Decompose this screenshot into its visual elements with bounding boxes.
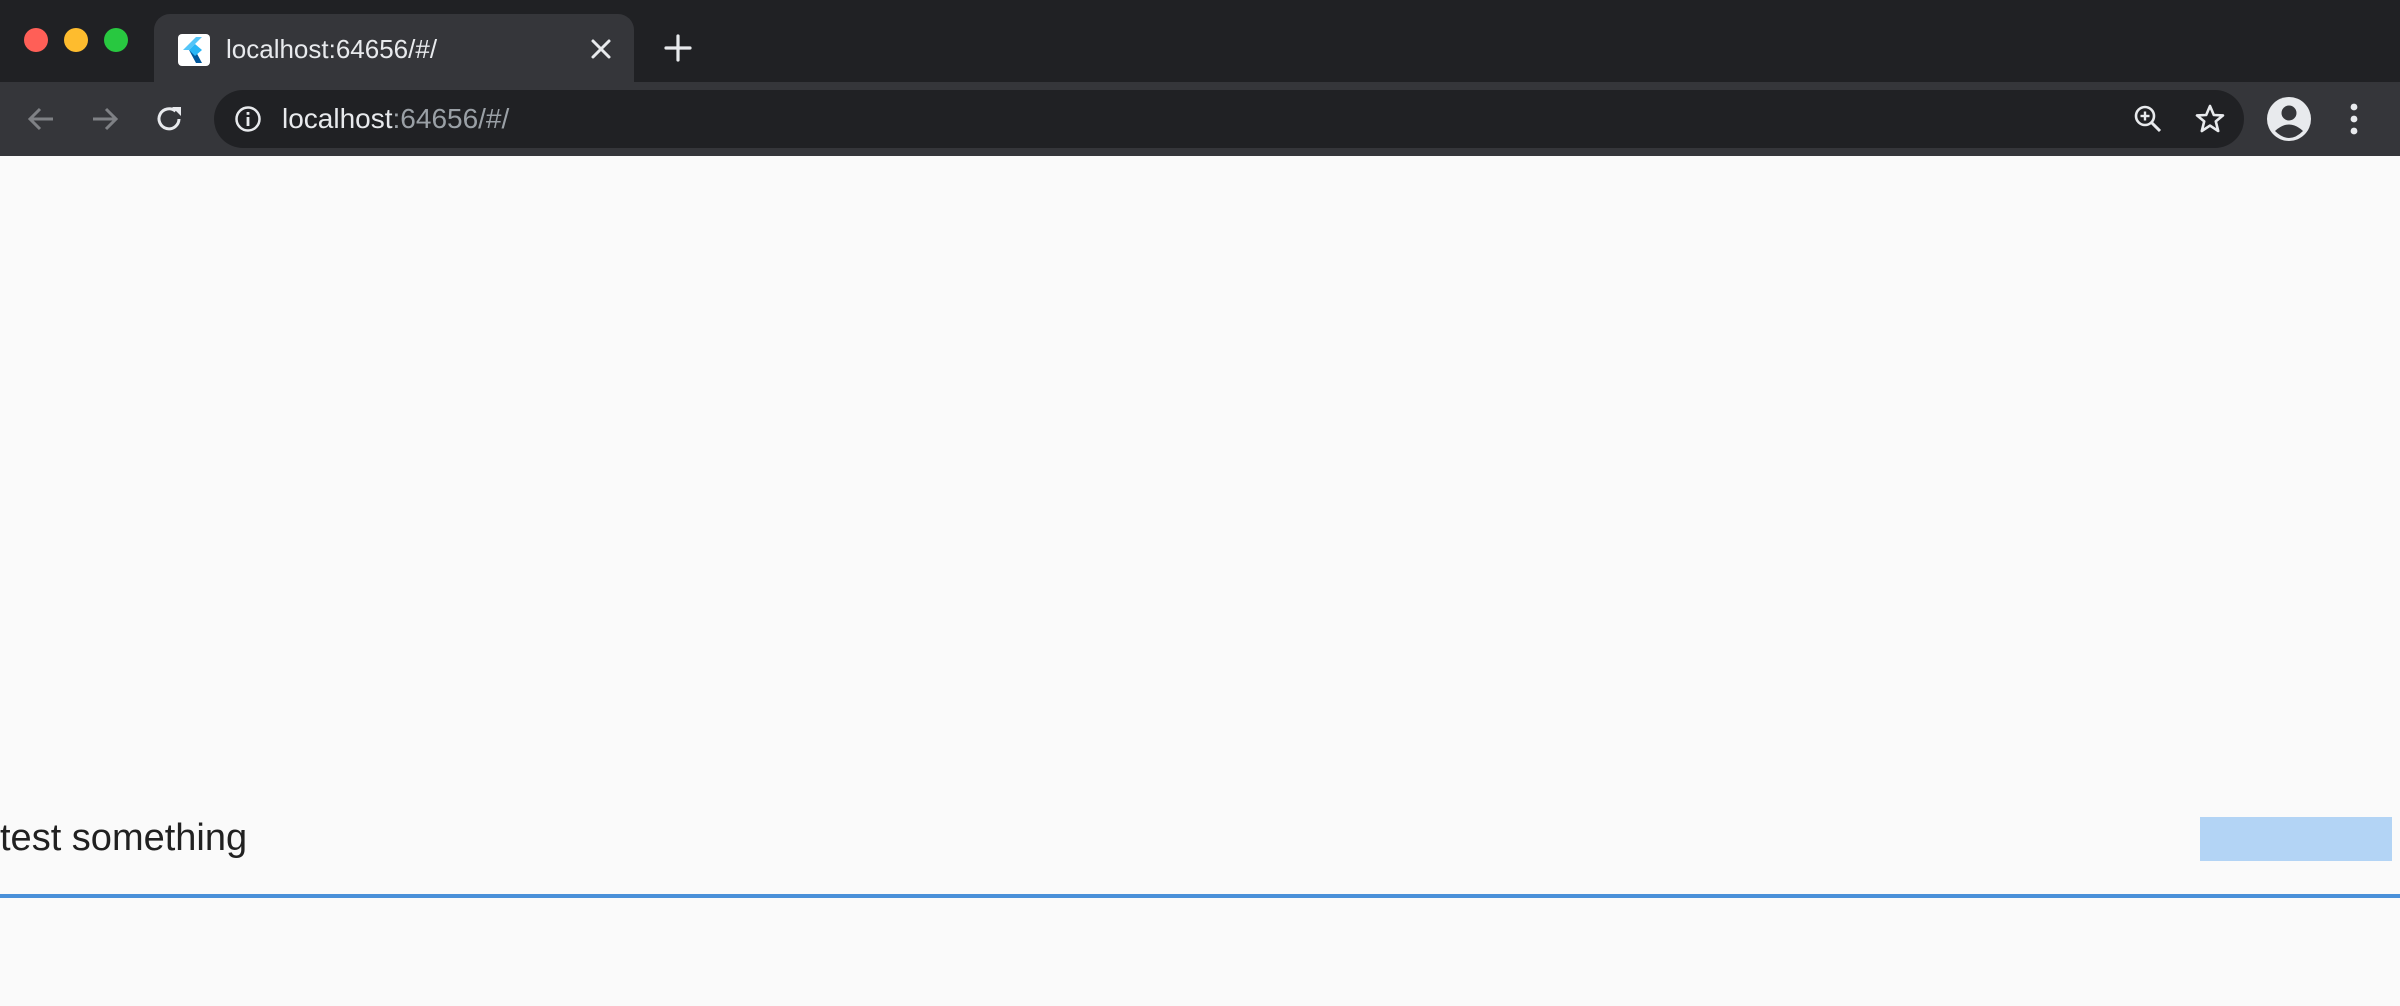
avatar-icon[interactable]	[2266, 96, 2312, 142]
window-controls	[24, 28, 128, 52]
arrow-left-icon[interactable]	[20, 98, 62, 140]
close-tab-icon[interactable]	[586, 34, 616, 64]
zoom-icon[interactable]	[2132, 103, 2164, 135]
new-tab-icon[interactable]	[660, 30, 696, 66]
window-maximize-button[interactable]	[104, 28, 128, 52]
arrow-right-icon[interactable]	[84, 98, 126, 140]
browser-toolbar: localhost:64656/#/	[0, 82, 2400, 156]
url-path: :64656/#/	[392, 103, 510, 134]
text-field-label: test something	[0, 817, 248, 859]
star-icon[interactable]	[2194, 103, 2226, 135]
browser-chrome: localhost:64656/#/ localhost:64656/#/	[0, 0, 2400, 156]
tab-title: localhost:64656/#/	[226, 34, 438, 64]
url-text[interactable]: localhost:64656/#/	[282, 102, 509, 136]
page-content: test something	[0, 156, 2400, 1006]
text-field-selection[interactable]	[2200, 817, 2392, 861]
url-host: localhost	[282, 103, 393, 134]
text-field-underline[interactable]	[0, 894, 2400, 898]
window-close-button[interactable]	[24, 28, 48, 52]
address-bar[interactable]: localhost:64656/#/	[214, 90, 2244, 148]
browser-tab[interactable]: localhost:64656/#/	[154, 14, 634, 82]
info-icon[interactable]	[234, 105, 262, 133]
kebab-menu-icon[interactable]	[2336, 100, 2372, 138]
flutter-icon	[178, 34, 210, 66]
window-minimize-button[interactable]	[64, 28, 88, 52]
reload-icon[interactable]	[148, 98, 190, 140]
